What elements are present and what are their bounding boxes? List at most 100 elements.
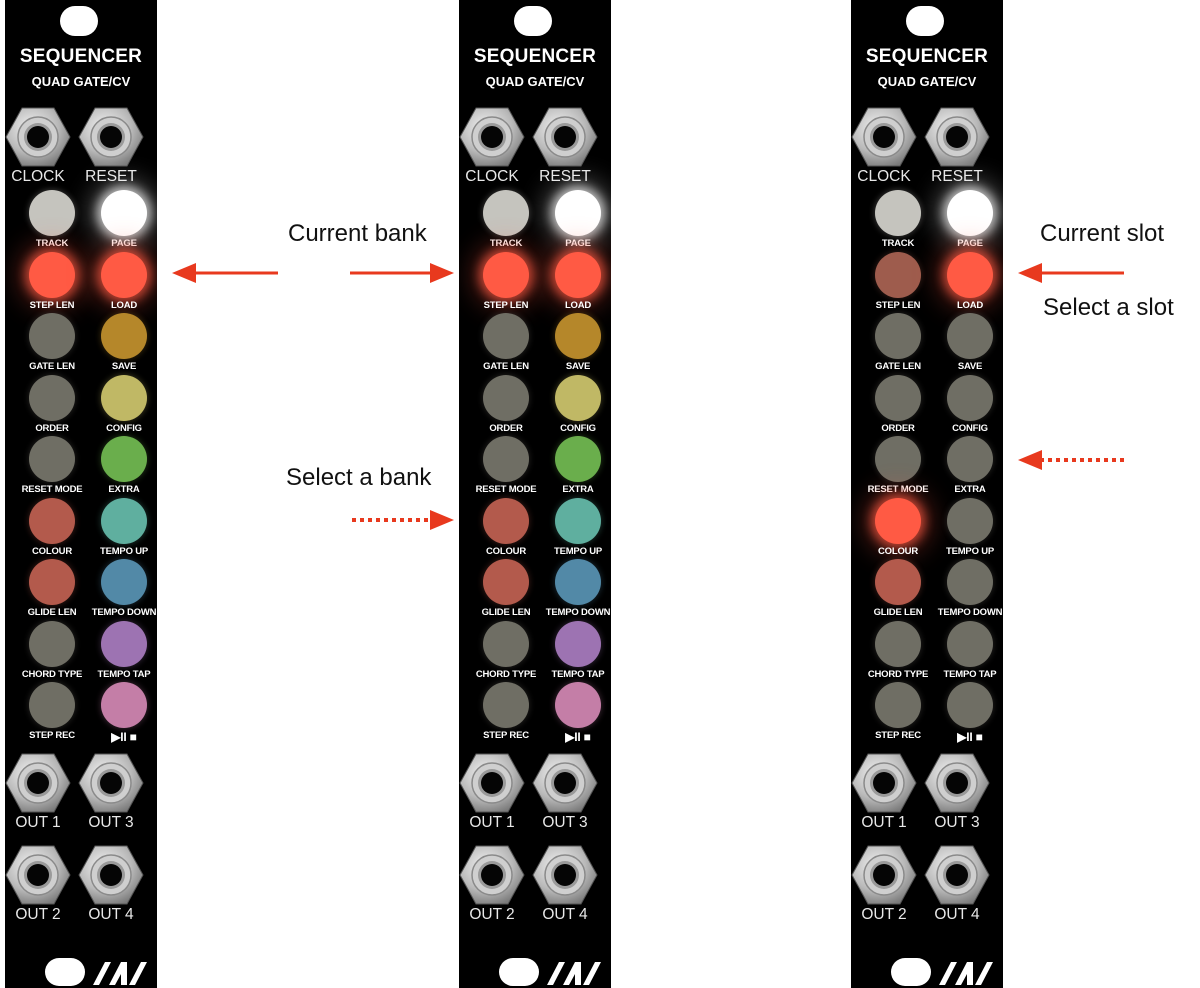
step-len-button[interactable] <box>875 252 921 298</box>
output-jack-label: OUT 4 <box>88 906 134 923</box>
tempo-up-button[interactable] <box>555 498 601 544</box>
tempo-down-button[interactable] <box>947 559 993 605</box>
order-button[interactable] <box>483 375 529 421</box>
output-jack[interactable] <box>924 752 990 814</box>
gate-len-button[interactable] <box>29 313 75 359</box>
tempo-tap-label: TEMPO TAP <box>943 669 997 680</box>
tempo-tap-button[interactable] <box>555 621 601 667</box>
tempo-tap-button[interactable] <box>947 621 993 667</box>
load-label: LOAD <box>956 300 984 311</box>
step-rec-label: STEP REC <box>483 730 529 741</box>
tempo-tap-button[interactable] <box>101 621 147 667</box>
tempo-tap-label: TEMPO TAP <box>97 669 151 680</box>
tempo-down-button[interactable] <box>555 559 601 605</box>
track-button[interactable] <box>875 190 921 236</box>
clock-jack-label: CLOCK <box>11 168 65 185</box>
colour-label: COLOUR <box>878 546 918 557</box>
tempo-down-button[interactable] <box>101 559 147 605</box>
reset-mode-button[interactable] <box>483 436 529 482</box>
brand-logo <box>939 962 993 985</box>
reset-input-jack[interactable] <box>78 106 144 168</box>
page-button[interactable] <box>101 190 147 236</box>
glide-len-label: GLIDE LEN <box>873 607 923 618</box>
clock-input-jack[interactable] <box>5 106 71 168</box>
extra-button[interactable] <box>555 436 601 482</box>
gate-len-button[interactable] <box>875 313 921 359</box>
tempo-up-button[interactable] <box>101 498 147 544</box>
select-slot-arrow <box>1018 450 1124 470</box>
config-button[interactable] <box>101 375 147 421</box>
save-button[interactable] <box>555 313 601 359</box>
output-jack[interactable] <box>851 844 917 906</box>
colour-button[interactable] <box>875 498 921 544</box>
ii-label: ▶︎II ■ <box>957 730 983 744</box>
load-button[interactable] <box>947 252 993 298</box>
reset-input-jack[interactable] <box>924 106 990 168</box>
order-button[interactable] <box>875 375 921 421</box>
colour-button[interactable] <box>483 498 529 544</box>
glide-len-button[interactable] <box>875 559 921 605</box>
extra-label: EXTRA <box>562 484 594 495</box>
glide-len-button[interactable] <box>483 559 529 605</box>
order-label: ORDER <box>35 423 69 434</box>
module-title: SEQUENCER <box>865 46 989 67</box>
mounting-hole <box>906 6 944 36</box>
load-button[interactable] <box>101 252 147 298</box>
reset-mode-button[interactable] <box>29 436 75 482</box>
save-button[interactable] <box>101 313 147 359</box>
step-rec-button[interactable] <box>29 682 75 728</box>
output-jack[interactable] <box>532 844 598 906</box>
chord-type-button[interactable] <box>483 621 529 667</box>
output-jack[interactable] <box>851 752 917 814</box>
chord-type-button[interactable] <box>29 621 75 667</box>
step-rec-label: STEP REC <box>29 730 75 741</box>
page-button[interactable] <box>555 190 601 236</box>
step-len-button[interactable] <box>483 252 529 298</box>
track-button[interactable] <box>29 190 75 236</box>
load-button[interactable] <box>555 252 601 298</box>
config-button[interactable] <box>555 375 601 421</box>
output-jack[interactable] <box>5 752 71 814</box>
module-subtitle: QUAD GATE/CV <box>31 74 131 89</box>
ii-button[interactable] <box>555 682 601 728</box>
save-button[interactable] <box>947 313 993 359</box>
output-jack[interactable] <box>924 844 990 906</box>
step-len-button[interactable] <box>29 252 75 298</box>
step-rec-button[interactable] <box>875 682 921 728</box>
output-jack[interactable] <box>459 752 525 814</box>
config-label: CONFIG <box>952 423 988 434</box>
step-rec-button[interactable] <box>483 682 529 728</box>
ii-button[interactable] <box>101 682 147 728</box>
output-jack[interactable] <box>5 844 71 906</box>
output-jack[interactable] <box>532 752 598 814</box>
glide-len-button[interactable] <box>29 559 75 605</box>
colour-button[interactable] <box>29 498 75 544</box>
output-jack-label: OUT 3 <box>934 814 980 831</box>
extra-button[interactable] <box>101 436 147 482</box>
current-slot-annotation: Current slot <box>1040 220 1165 247</box>
output-jack[interactable] <box>78 844 144 906</box>
output-jack[interactable] <box>78 752 144 814</box>
config-button[interactable] <box>947 375 993 421</box>
tempo-up-button[interactable] <box>947 498 993 544</box>
clock-input-jack[interactable] <box>851 106 917 168</box>
step-len-label: STEP LEN <box>483 300 529 311</box>
load-label: LOAD <box>564 300 592 311</box>
track-button[interactable] <box>483 190 529 236</box>
reset-input-jack[interactable] <box>532 106 598 168</box>
glide-len-label: GLIDE LEN <box>481 607 531 618</box>
gate-len-button[interactable] <box>483 313 529 359</box>
page-button[interactable] <box>947 190 993 236</box>
step-rec-label: STEP REC <box>875 730 921 741</box>
output-jack[interactable] <box>459 844 525 906</box>
extra-button[interactable] <box>947 436 993 482</box>
reset-mode-button[interactable] <box>875 436 921 482</box>
track-label: TRACK <box>489 238 523 249</box>
mounting-hole <box>60 6 98 36</box>
order-button[interactable] <box>29 375 75 421</box>
ii-button[interactable] <box>947 682 993 728</box>
clock-input-jack[interactable] <box>459 106 525 168</box>
tempo-down-label: TEMPO DOWN <box>91 607 157 618</box>
chord-type-button[interactable] <box>875 621 921 667</box>
output-jack-label: OUT 1 <box>861 814 907 831</box>
